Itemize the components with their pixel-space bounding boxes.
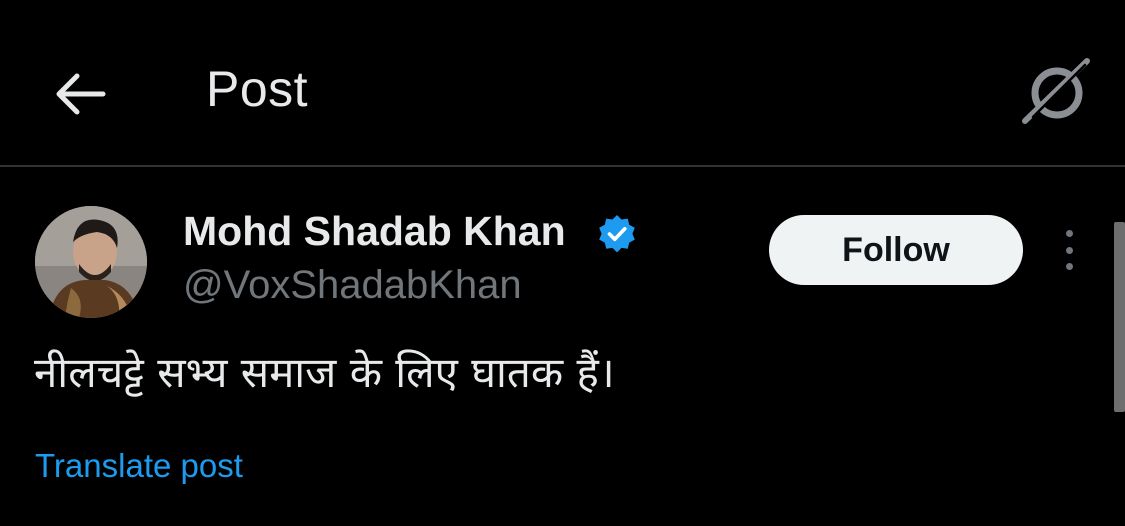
scrollbar[interactable] [1114, 222, 1125, 412]
follow-button[interactable]: Follow [769, 215, 1023, 285]
author-name[interactable]: Mohd Shadab Khan [183, 208, 566, 255]
back-button[interactable] [44, 62, 116, 126]
dot-icon [1065, 263, 1073, 270]
grok-button[interactable] [1018, 56, 1094, 126]
avatar[interactable] [35, 206, 147, 318]
dot-icon [1065, 230, 1073, 237]
post-screen: Post Mohd Shadab Khan @VoxShadabKhan Fol… [0, 0, 1125, 526]
profile-photo [35, 206, 147, 318]
grok-icon [1022, 58, 1090, 124]
translate-post-link[interactable]: Translate post [35, 447, 243, 485]
more-options-button[interactable] [1052, 226, 1086, 274]
verified-badge-icon [596, 213, 638, 255]
arrow-left-icon [56, 73, 106, 115]
top-bar: Post [0, 0, 1125, 167]
dot-icon [1065, 246, 1073, 254]
author-handle[interactable]: @VoxShadabKhan [183, 263, 522, 308]
page-title: Post [206, 61, 309, 117]
post-text: नीलचट्टे सभ्य समाज के लिए घातक हैं। [34, 348, 615, 397]
